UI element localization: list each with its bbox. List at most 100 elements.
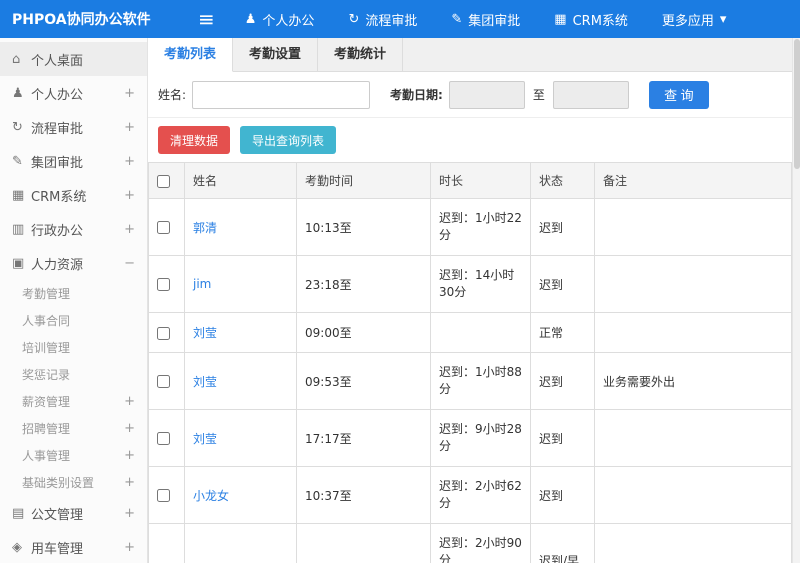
table-row: 刘莹 17:17至 迟到：9小时28分 迟到 [148,409,792,467]
sidebar-item[interactable]: 薪资管理 + [0,388,147,415]
tab-考勤列表[interactable]: 考勤列表 [148,38,234,72]
date-start-input[interactable] [448,80,525,109]
row-checkbox[interactable] [157,489,170,502]
scrollbar-thumb[interactable] [794,39,800,169]
topnav-item[interactable]: ♟ 个人办公 [245,10,315,29]
sidebar-item-label: 培训管理 [22,341,71,355]
expand-icon[interactable]: + [124,154,135,169]
sidebar-item-label: 公文管理 [31,507,84,523]
vertical-scrollbar[interactable] [792,38,800,563]
duration-line: 迟到：14小时30分 [439,268,515,299]
row-check-cell [148,409,185,467]
topnav-item[interactable]: ✎ 集团审批 [451,10,520,29]
clear-data-button[interactable]: 清理数据 [158,126,231,154]
date-end-input[interactable] [552,80,629,109]
tabbar: 考勤列表 考勤设置 考勤统计 [148,38,792,72]
row-check-cell [148,523,185,563]
name-filter-input[interactable] [192,80,371,109]
hamburger-icon[interactable]: ≡ [198,0,215,38]
duration-line: 迟到：2小时62分 [439,479,522,510]
duration-line: 迟到：1小时88分 [439,365,522,396]
employee-name-link[interactable]: 刘莹 [193,326,217,340]
edit-icon: ✎ [451,11,463,27]
user-icon: ♟ [244,11,257,27]
sidebar-item[interactable]: 人事合同 [0,307,147,334]
time-cell: 10:54至10:54 [296,523,431,563]
sidebar-item[interactable]: ⌂ 个人桌面 [0,42,147,76]
expand-icon[interactable]: + [124,188,135,203]
flow-icon: ↻ [12,119,23,135]
topnav-item-label: 集团审批 [468,13,521,29]
time-cell: 23:18至 [296,255,431,313]
sidebar-item[interactable]: 奖惩记录 [0,361,147,388]
sidebar-item-label: 奖惩记录 [22,368,71,382]
sidebar-item[interactable]: ▣ 人力资源 − [0,246,147,280]
time-cell: 10:13至 [296,198,431,256]
row-checkbox[interactable] [157,326,170,340]
expand-icon[interactable]: − [124,256,135,271]
row-checkbox[interactable] [157,375,170,388]
expand-icon[interactable]: + [124,475,135,490]
sidebar-item[interactable]: 培训管理 [0,334,147,361]
sidebar-item-label: 个人桌面 [31,53,84,69]
table-row: jim 23:18至 迟到：14小时30分 迟到 [148,255,792,313]
table-row: 刘莹 09:53至 迟到：1小时88分 迟到 业务需要外出 [148,352,792,410]
topnav-item[interactable]: 更多应用 ▾ [662,10,727,29]
sidebar-item[interactable]: 招聘管理 + [0,415,147,442]
sidebar-item[interactable]: ▥ 行政办公 + [0,212,147,246]
column-header: 时长 [430,162,531,199]
row-checkbox[interactable] [157,221,170,234]
row-checkbox[interactable] [157,278,170,291]
tab-考勤设置[interactable]: 考勤设置 [233,38,319,71]
expand-icon[interactable]: + [124,120,135,135]
tab-考勤统计[interactable]: 考勤统计 [318,38,404,71]
export-list-button[interactable]: 导出查询列表 [240,126,337,154]
sidebar-item-label: 流程审批 [31,121,84,137]
employee-name-link[interactable]: 小龙女 [193,489,229,503]
date-to-label: 至 [532,88,545,102]
sidebar-item[interactable]: 人事管理 + [0,442,147,469]
expand-icon[interactable]: + [124,506,135,521]
sidebar-item[interactable]: 基础类别设置 + [0,469,147,496]
time-cell: 17:17至 [296,409,431,467]
select-all-checkbox[interactable] [157,174,170,188]
sidebar-item-label: 考勤管理 [22,287,71,301]
expand-icon[interactable]: + [124,540,135,555]
expand-icon[interactable]: + [124,222,135,237]
sidebar-item[interactable]: 考勤管理 [0,280,147,307]
doc-icon: ▤ [12,505,25,521]
expand-icon[interactable]: + [124,394,135,409]
sidebar-item-label: 基础类别设置 [22,476,95,490]
name-cell: 刘莹 [184,312,297,353]
status-cell: 迟到 [530,255,595,313]
sidebar-item[interactable]: ✎ 集团审批 + [0,144,147,178]
name-cell: 刘莹 [184,409,297,467]
sidebar-item[interactable]: ▤ 公文管理 + [0,496,147,530]
sidebar-item[interactable]: ◈ 用车管理 + [0,530,147,563]
expand-icon[interactable]: + [124,86,135,101]
row-check-cell [148,198,185,256]
topnav: ♟ 个人办公 ↻ 流程审批 ✎ 集团审批 ▦ CRM系统 更多应用 ▾ [245,10,727,29]
topnav-item[interactable]: ↻ 流程审批 [348,10,417,29]
employee-name-link[interactable]: 郭清 [193,221,217,235]
attendance-table-head: 姓名 考勤时间 时长 状态 备注 [148,162,792,199]
sidebar-item[interactable]: ♟ 个人办公 + [0,76,147,110]
employee-name-link[interactable]: 刘莹 [193,375,217,389]
duration-cell: 迟到：14小时30分 [430,255,531,313]
sidebar-item[interactable]: ▦ CRM系统 + [0,178,147,212]
sidebar-item[interactable]: ↻ 流程审批 + [0,110,147,144]
employee-name-link[interactable]: jim [193,277,211,291]
row-checkbox[interactable] [157,432,170,445]
expand-icon[interactable]: + [124,448,135,463]
search-button[interactable]: 查 询 [648,80,709,109]
status-cell: 迟到 [530,352,595,410]
row-check-cell [148,466,185,524]
employee-name-link[interactable]: 刘莹 [193,432,217,446]
expand-icon[interactable]: + [124,421,135,436]
sidebar: ⌂ 个人桌面 ♟ 个人办公 + ↻ 流程审批 + ✎ 集团审批 + ▦ CRM系统 + ▥ 行政办公 + ▣ 人力资… [0,38,148,563]
topnav-item[interactable]: ▦ CRM系统 [554,10,628,29]
note-cell: 业务需要外出 [594,352,792,410]
topbar: PHPOA协同办公软件 ≡ ♟ 个人办公 ↻ 流程审批 ✎ 集团审批 ▦ CRM系统 更多应用 ▾ [0,0,800,38]
duration-cell: 迟到：2小时90分早退：7小时10分 [430,523,531,563]
topnav-item-label: 更多应用 [661,13,714,29]
